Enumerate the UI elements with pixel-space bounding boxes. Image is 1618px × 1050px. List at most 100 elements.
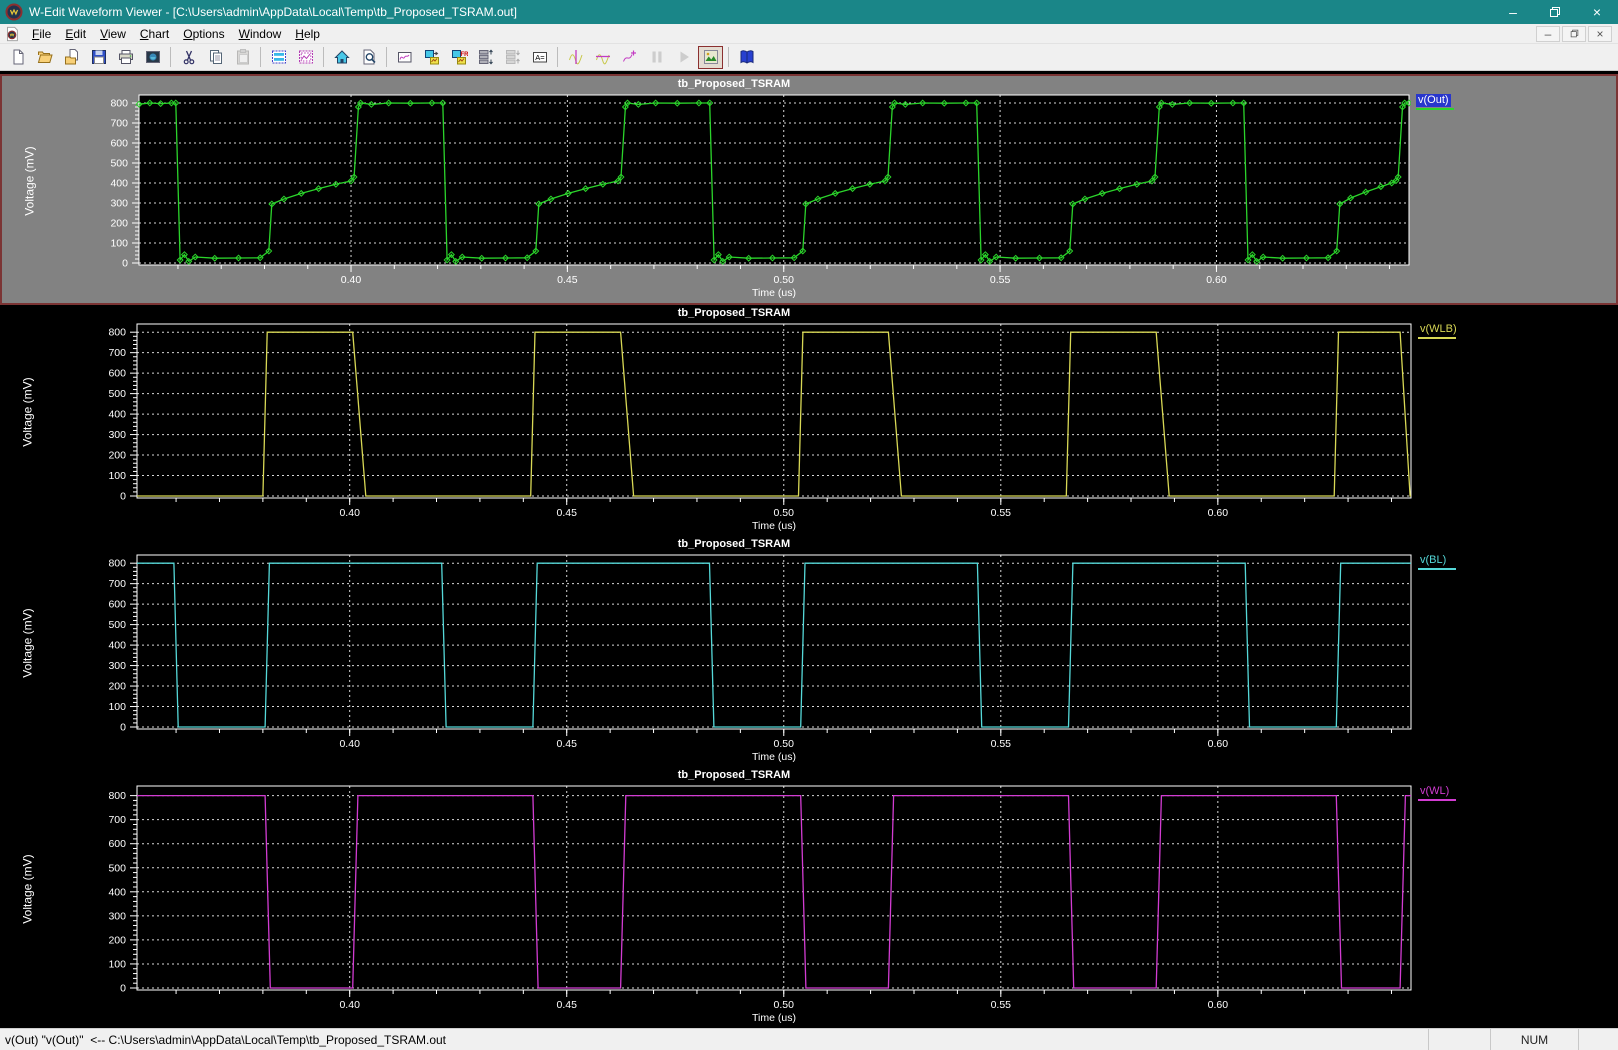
cut-icon bbox=[180, 48, 198, 66]
help-book-button[interactable] bbox=[734, 46, 759, 69]
x-axis-title: Time (us) bbox=[752, 1012, 796, 1024]
expand-rows-button[interactable] bbox=[473, 46, 498, 69]
screenshot-button[interactable] bbox=[698, 46, 723, 69]
print-button[interactable] bbox=[113, 46, 138, 69]
legend-item-vbl[interactable]: v(BL) bbox=[1418, 554, 1456, 570]
mdi-minimize-button[interactable]: – bbox=[1536, 26, 1560, 42]
status-pane-2 bbox=[1578, 1029, 1618, 1050]
waveform-plot-vout[interactable]: 01002003004005006007008000.400.450.500.5… bbox=[57, 93, 1411, 303]
waveform-plot-vbl[interactable]: 01002003004005006007008000.400.450.500.5… bbox=[55, 553, 1413, 767]
add-fft-chart-button[interactable]: FR bbox=[446, 46, 471, 69]
chart-title: tb_Proposed_TSRAM bbox=[57, 76, 1411, 93]
home-view-button[interactable] bbox=[329, 46, 354, 69]
overlay-charts-icon bbox=[297, 48, 315, 66]
collapse-rows-button[interactable] bbox=[500, 46, 525, 69]
point-markers-button[interactable] bbox=[617, 46, 642, 69]
horizontal-cursor-button[interactable] bbox=[590, 46, 615, 69]
cut-button[interactable] bbox=[176, 46, 201, 69]
svg-text:0.60: 0.60 bbox=[1208, 507, 1229, 519]
svg-text:100: 100 bbox=[108, 958, 126, 970]
svg-text:0.45: 0.45 bbox=[557, 999, 578, 1011]
minimize-button[interactable]: – bbox=[1492, 0, 1534, 24]
menu-options[interactable]: Options bbox=[176, 25, 231, 43]
x-axis-title: Time (us) bbox=[752, 287, 796, 299]
menu-chart[interactable]: Chart bbox=[133, 25, 176, 43]
chart-pane-vwl[interactable]: Voltage (mV) tb_Proposed_TSRAM 010020030… bbox=[0, 767, 1618, 1028]
new-file-button[interactable] bbox=[5, 46, 30, 69]
chart-options-button[interactable] bbox=[392, 46, 417, 69]
svg-text:0.40: 0.40 bbox=[341, 274, 362, 286]
overlay-charts-button[interactable] bbox=[293, 46, 318, 69]
tile-charts-icon bbox=[270, 48, 288, 66]
wedit-window: W-Edit Waveform Viewer - [C:\Users\admin… bbox=[0, 0, 1618, 1050]
svg-text:500: 500 bbox=[110, 158, 128, 170]
text-label-icon: A= bbox=[531, 48, 549, 66]
restore-button[interactable] bbox=[1534, 0, 1576, 24]
window-title: W-Edit Waveform Viewer - [C:\Users\admin… bbox=[29, 5, 1492, 19]
svg-text:0.55: 0.55 bbox=[991, 999, 1012, 1011]
mdi-restore-button[interactable] bbox=[1562, 26, 1586, 42]
svg-text:400: 400 bbox=[108, 409, 126, 421]
add-chart-button[interactable] bbox=[419, 46, 444, 69]
text-label-button[interactable]: A= bbox=[527, 46, 552, 69]
open-output-icon bbox=[63, 48, 81, 66]
svg-text:600: 600 bbox=[108, 838, 126, 850]
svg-text:300: 300 bbox=[110, 198, 128, 210]
new-file-icon bbox=[9, 48, 27, 66]
svg-text:100: 100 bbox=[110, 238, 128, 250]
svg-text:800: 800 bbox=[108, 558, 126, 570]
menu-help[interactable]: Help bbox=[288, 25, 327, 43]
menu-window[interactable]: Window bbox=[232, 25, 289, 43]
chart-pane-vbl[interactable]: Voltage (mV) tb_Proposed_TSRAM 010020030… bbox=[0, 536, 1618, 767]
zoom-box-button[interactable] bbox=[356, 46, 381, 69]
waveform-plot-vwlb[interactable]: 01002003004005006007008000.400.450.500.5… bbox=[55, 322, 1413, 536]
title-bar: W-Edit Waveform Viewer - [C:\Users\admin… bbox=[0, 0, 1618, 24]
menu-file[interactable]: File bbox=[25, 25, 58, 43]
svg-text:800: 800 bbox=[110, 98, 128, 110]
svg-text:600: 600 bbox=[108, 599, 126, 611]
legend-item-vout[interactable]: v(Out) bbox=[1416, 94, 1454, 110]
toolbar-separator bbox=[260, 47, 261, 67]
copy-button[interactable] bbox=[203, 46, 228, 69]
horizontal-cursor-icon bbox=[594, 48, 612, 66]
svg-text:0.40: 0.40 bbox=[339, 507, 360, 519]
chart-pane-vwlb[interactable]: Voltage (mV) tb_Proposed_TSRAM 010020030… bbox=[0, 305, 1618, 536]
toolbar-separator bbox=[386, 47, 387, 67]
svg-text:700: 700 bbox=[108, 814, 126, 826]
run-button[interactable] bbox=[671, 46, 696, 69]
document-icon[interactable] bbox=[4, 26, 20, 42]
close-button[interactable]: × bbox=[1576, 0, 1618, 24]
copy-image-button[interactable] bbox=[140, 46, 165, 69]
menu-edit[interactable]: Edit bbox=[58, 25, 93, 43]
y-axis-title: Voltage (mV) bbox=[23, 146, 37, 215]
waveform-plot-vwl[interactable]: 01002003004005006007008000.400.450.500.5… bbox=[55, 784, 1413, 1028]
pause-button[interactable] bbox=[644, 46, 669, 69]
vertical-cursor-button[interactable] bbox=[563, 46, 588, 69]
status-bar: v(Out) "v(Out)" <-- C:\Users\admin\AppDa… bbox=[0, 1028, 1618, 1050]
svg-text:400: 400 bbox=[108, 886, 126, 898]
menu-view[interactable]: View bbox=[93, 25, 133, 43]
svg-text:0.40: 0.40 bbox=[339, 738, 360, 750]
legend-item-vwl[interactable]: v(WL) bbox=[1418, 785, 1456, 801]
svg-text:700: 700 bbox=[110, 118, 128, 130]
status-pane-num: NUM bbox=[1490, 1029, 1578, 1050]
open-file-button[interactable] bbox=[32, 46, 57, 69]
open-output-button[interactable] bbox=[59, 46, 84, 69]
chart-title: tb_Proposed_TSRAM bbox=[55, 767, 1413, 784]
legend-item-vwlb[interactable]: v(WLB) bbox=[1418, 323, 1459, 339]
pause-icon bbox=[648, 48, 666, 66]
svg-text:0.45: 0.45 bbox=[557, 738, 578, 750]
chart-pane-vout[interactable]: Voltage (mV) tb_Proposed_TSRAM 010020030… bbox=[0, 74, 1618, 305]
svg-text:600: 600 bbox=[110, 138, 128, 150]
point-markers-icon bbox=[621, 48, 639, 66]
svg-text:100: 100 bbox=[108, 470, 126, 482]
svg-text:300: 300 bbox=[108, 910, 126, 922]
vertical-cursor-icon bbox=[567, 48, 585, 66]
legend-color-bar bbox=[1416, 108, 1454, 110]
mdi-close-button[interactable]: × bbox=[1588, 26, 1612, 42]
paste-button[interactable] bbox=[230, 46, 255, 69]
save-button[interactable] bbox=[86, 46, 111, 69]
tile-charts-button[interactable] bbox=[266, 46, 291, 69]
paste-icon bbox=[234, 48, 252, 66]
expand-rows-icon bbox=[477, 48, 495, 66]
